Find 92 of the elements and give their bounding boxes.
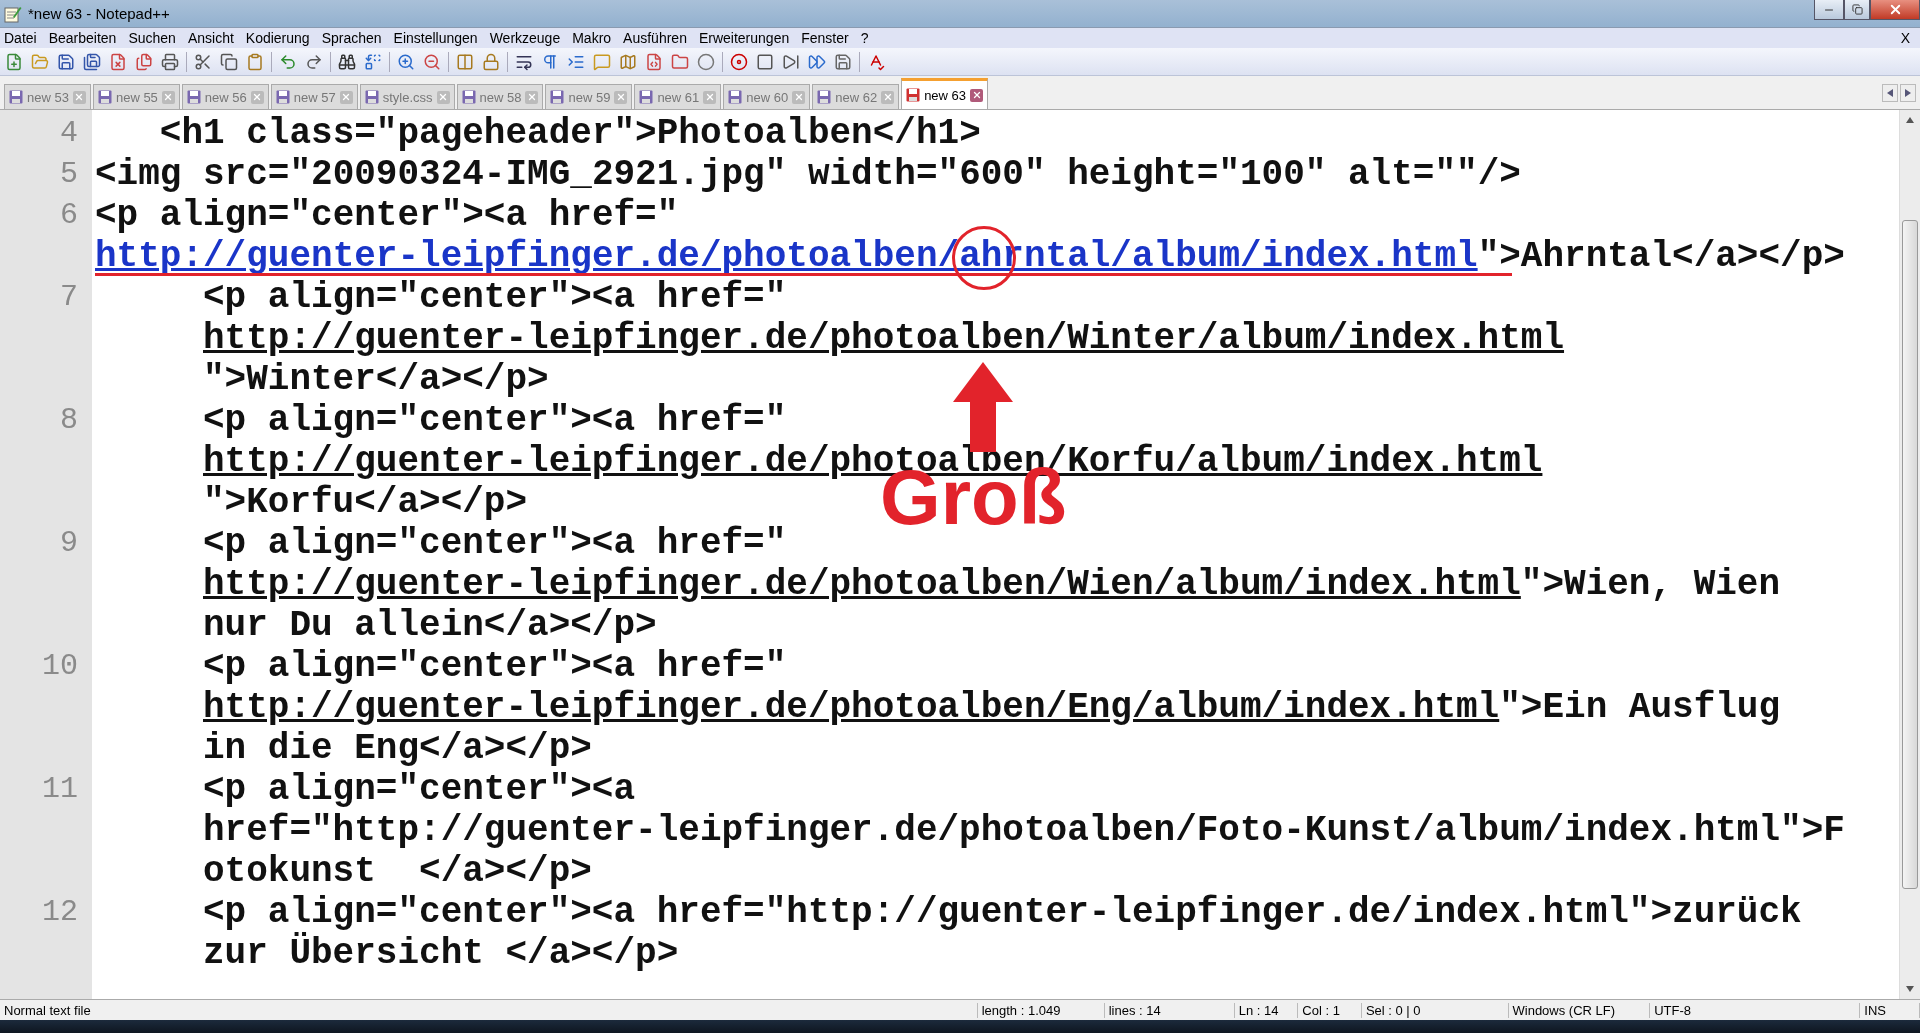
down-arrow-icon	[1906, 986, 1914, 992]
code-text: ">Ahrntal</a></p>	[1477, 236, 1845, 277]
line-number: 8	[59, 402, 79, 439]
status-eol: Windows (CR LF)	[1508, 1002, 1651, 1018]
code-text: ">Wien, Wien	[1520, 564, 1781, 605]
code-text: zur Übersicht </a></p>	[203, 933, 679, 974]
line-number: 7	[59, 279, 79, 316]
menu-item[interactable]: Datei	[4, 30, 37, 46]
close-icon[interactable]	[970, 88, 984, 102]
document-tab[interactable]: new 63	[901, 78, 989, 109]
menu-item[interactable]: Einstellungen	[393, 30, 478, 46]
tab-label: new 56	[204, 89, 247, 105]
close-all-icon[interactable]	[134, 51, 154, 72]
left-arrow-icon	[1887, 88, 1893, 97]
menu-item[interactable]: Kodierung	[245, 30, 310, 46]
line-number: 10	[41, 648, 79, 685]
vertical-scrollbar[interactable]	[1899, 110, 1920, 999]
status-column: Col : 1	[1298, 1002, 1362, 1018]
code-text: ">Ein Ausflug	[1499, 687, 1781, 728]
code-text: <img src="20090324-IMG_2921.jpg" width="600" height="100" alt=""/>	[95, 154, 1521, 195]
record-icon[interactable]	[729, 51, 749, 72]
code-text: <p align="center"><a href="	[203, 646, 787, 687]
save-all-icon[interactable]	[82, 51, 102, 72]
close-document-button[interactable]: X	[1894, 30, 1916, 46]
status-encoding: UTF-8	[1650, 1002, 1861, 1018]
scroll-right-button[interactable]	[1900, 83, 1916, 102]
code-text: <p align="center"><a	[203, 769, 636, 810]
menu-item[interactable]: Suchen	[128, 30, 176, 46]
menu-item[interactable]: Ausführen	[623, 30, 687, 46]
code-text: <h1 class="pageheader">Photoalben</h1>	[158, 113, 981, 154]
file-code-icon[interactable]	[644, 51, 664, 72]
copy-icon[interactable]	[219, 51, 239, 72]
status-mode: INS	[1860, 1002, 1920, 1018]
close-file-icon[interactable]	[108, 51, 128, 72]
clipboard-icon[interactable]	[245, 51, 265, 72]
code-text: ">Korfu</a></p>	[203, 482, 528, 523]
hyperlink[interactable]: http://guenter-leipfinger.de/photoalben/Eng/album/index.html	[203, 687, 1500, 728]
printer-icon[interactable]	[160, 51, 180, 72]
status-file-type: Normal text file	[0, 1002, 978, 1018]
scrollbar-thumb[interactable]	[1902, 220, 1918, 889]
restore-button[interactable]	[1844, 0, 1870, 20]
line-number: 5	[59, 156, 79, 193]
minimize-button[interactable]	[1814, 0, 1844, 20]
code-text: <p align="center"><a href="	[203, 523, 787, 564]
menu-item[interactable]: Ansicht	[187, 30, 234, 46]
menu-item[interactable]: Bearbeiten	[48, 30, 117, 46]
line-number: 6	[59, 197, 79, 234]
code-text: in die Eng</a></p>	[203, 728, 592, 769]
right-arrow-icon	[1905, 88, 1911, 97]
tab-label: new 53	[27, 89, 69, 105]
tab-label: new 62	[835, 89, 878, 105]
new-file-icon[interactable]	[4, 51, 24, 72]
tab-label: new 61	[657, 89, 700, 105]
hyperlink[interactable]: http://guenter-leipfinger.de/photoalben/Wien/album/index.html	[203, 564, 1521, 605]
lock-icon[interactable]	[481, 51, 501, 72]
menu-item[interactable]: ?	[860, 30, 869, 46]
menu-item[interactable]: Makro	[572, 30, 612, 46]
status-lines: lines : 14	[1104, 1002, 1235, 1018]
code-text: <p align="center"><a href="	[95, 195, 679, 236]
tab-label: style.css	[382, 89, 433, 105]
tab-label: new 60	[746, 89, 789, 105]
circle-icon[interactable]	[696, 51, 716, 72]
status-length: length : 1.049	[977, 1002, 1105, 1018]
tab-label: new 57	[293, 89, 336, 105]
tab-label: new 55	[115, 89, 158, 105]
status-line: Ln : 14	[1234, 1002, 1299, 1018]
window-title: *new 63 - Notepad++	[28, 5, 170, 22]
line-number: 12	[41, 894, 79, 931]
code-text: <p align="center"><a href="	[203, 400, 787, 441]
code-text: nur Du allein</a></p>	[203, 605, 657, 646]
menu-item[interactable]: Fenster	[801, 30, 849, 46]
code-text: href="http://guenter-leipfinger.de/photoalben/Foto-Kunst/album/index.html">F	[203, 810, 1845, 851]
line-number: 9	[59, 525, 79, 562]
code-text: ">Winter</a></p>	[203, 359, 549, 400]
tab-label: new 59	[568, 89, 611, 105]
status-selection: Sel : 0 | 0	[1361, 1002, 1509, 1018]
restore-icon	[1851, 4, 1863, 15]
code-text: <p align="center"><a href="	[203, 277, 787, 318]
close-button[interactable]	[1870, 0, 1920, 20]
scroll-left-button[interactable]	[1882, 83, 1898, 102]
tab-label: new 58	[479, 89, 522, 105]
hyperlink[interactable]: http://guenter-leipfinger.de/photoalben/Winter/album/index.html	[203, 318, 1565, 359]
up-arrow-icon	[1906, 117, 1914, 123]
line-number: 4	[59, 115, 79, 152]
menu-item[interactable]: Sprachen	[321, 30, 382, 46]
menu-item[interactable]: Erweiterungen	[698, 30, 790, 46]
tab-label: new 63	[924, 87, 967, 103]
menu-item[interactable]: Werkzeuge	[489, 30, 561, 46]
notepad-icon	[4, 4, 22, 23]
code-text: <p align="center"><a href="http://guenter-leipfinger.de/index.html">zurück	[203, 892, 1802, 933]
line-number: 11	[41, 771, 79, 808]
code-text: otokunst </a></p>	[203, 851, 592, 892]
